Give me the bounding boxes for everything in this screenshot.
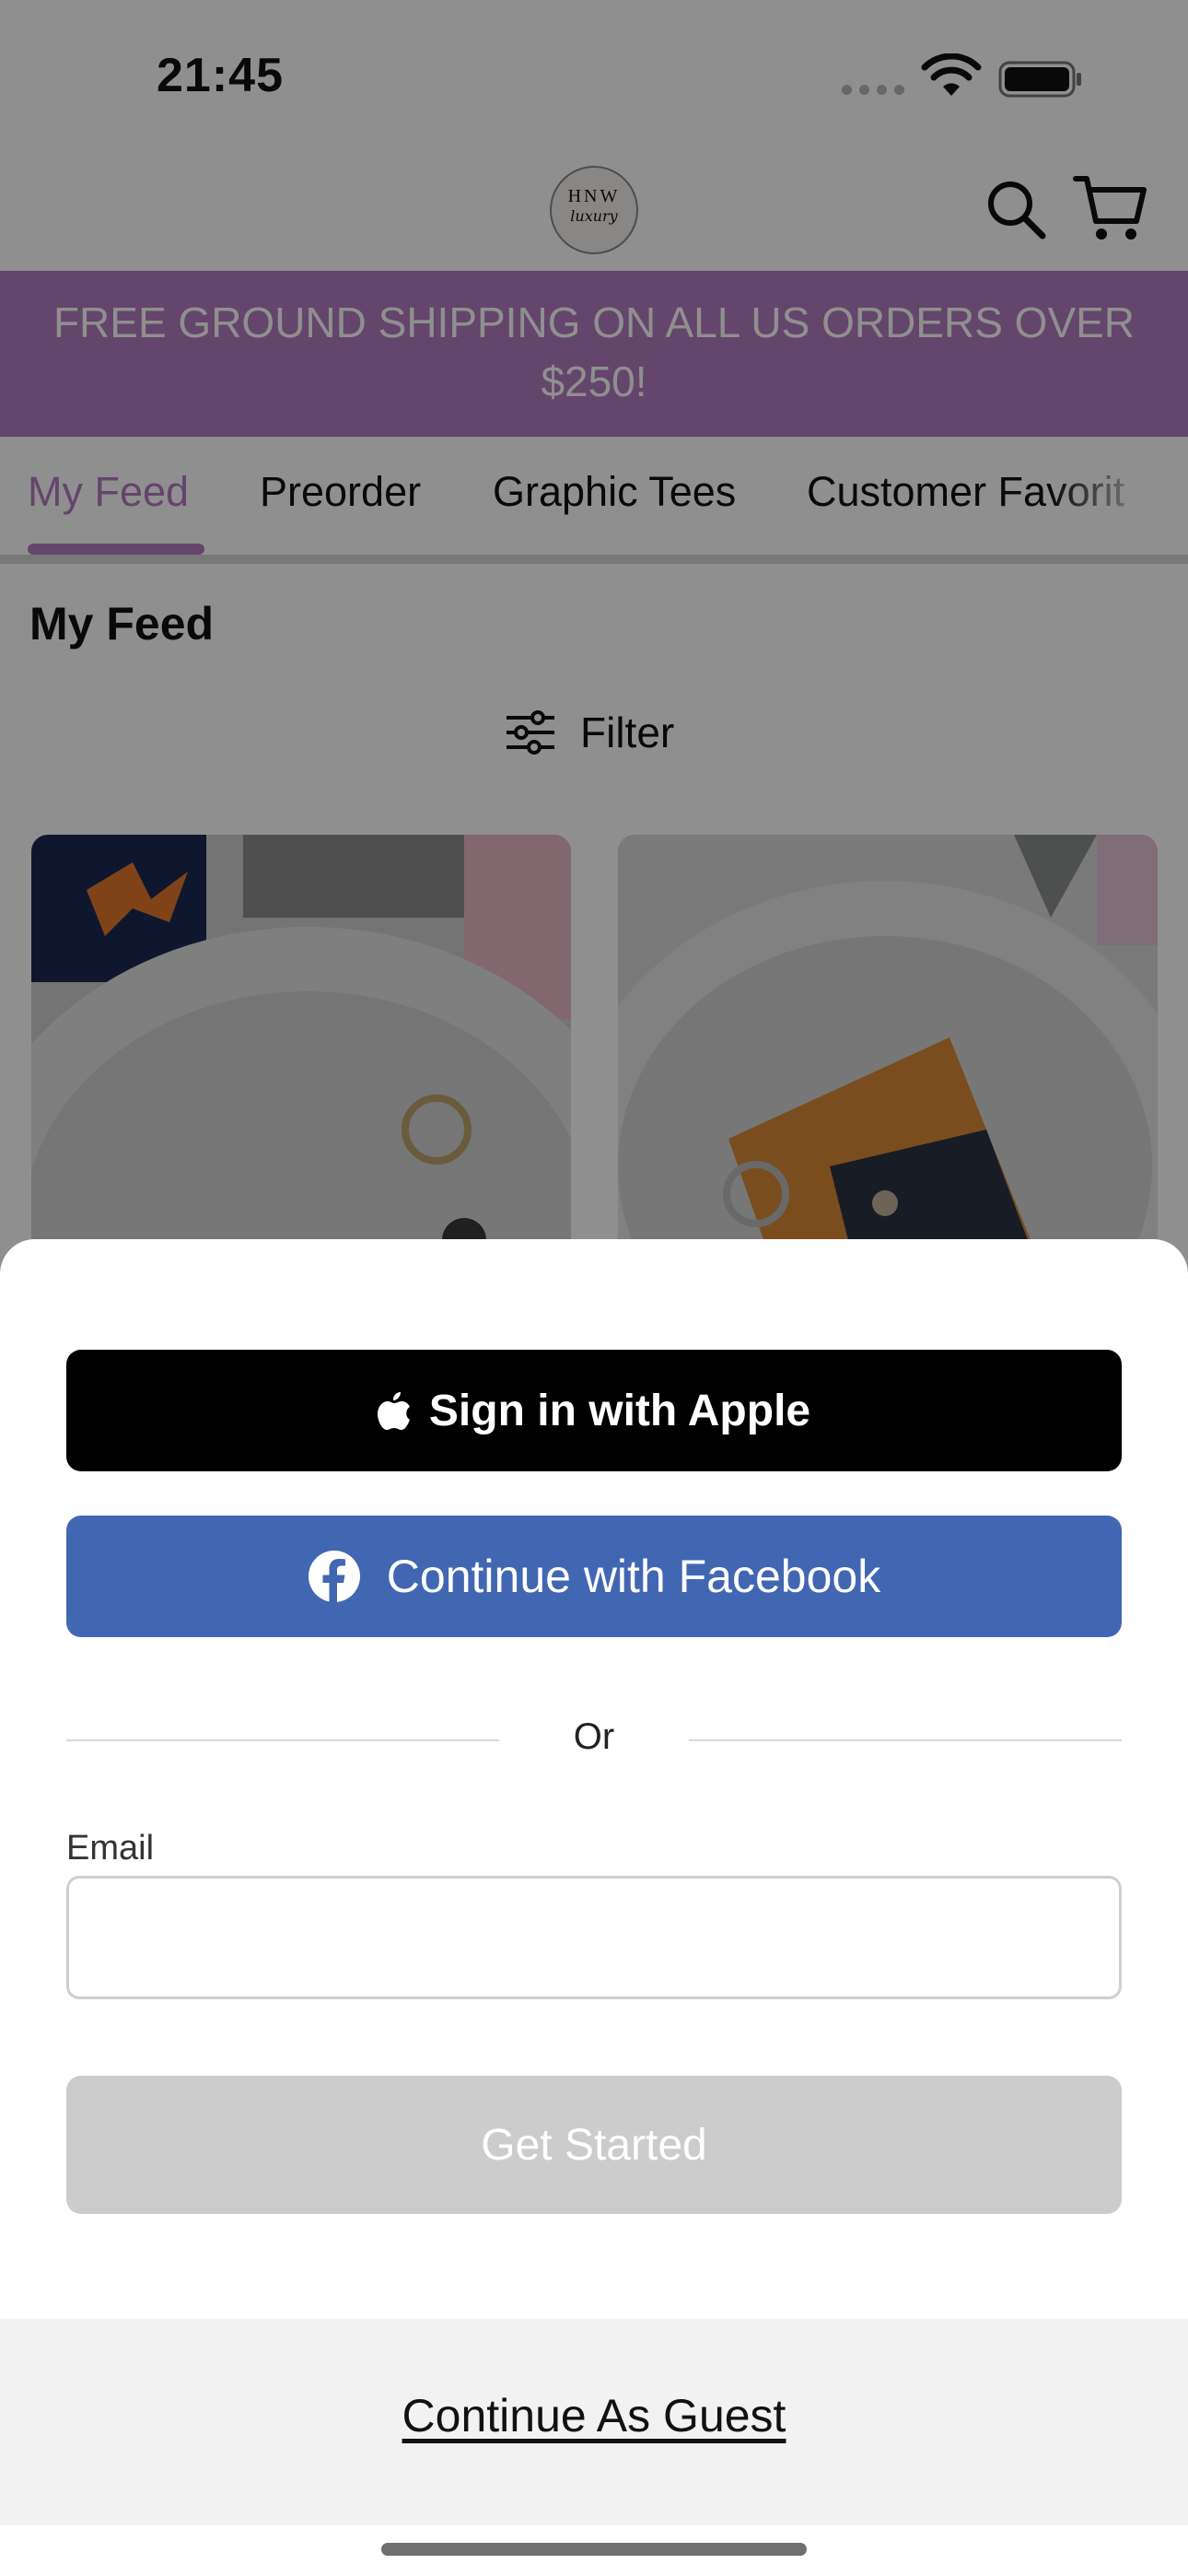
apple-button-label: Sign in with Apple (428, 1386, 811, 1435)
get-started-button[interactable]: Get Started (66, 2076, 1122, 2214)
facebook-icon (308, 1551, 360, 1603)
continue-as-guest-link[interactable]: Continue As Guest (0, 2389, 1188, 2442)
get-started-label: Get Started (481, 2120, 707, 2170)
continue-with-facebook-button[interactable]: Continue with Facebook (66, 1516, 1122, 1637)
divider-line-left (66, 1739, 499, 1741)
facebook-button-label: Continue with Facebook (386, 1551, 881, 1602)
email-label: Email (66, 1829, 155, 1868)
sign-in-sheet: Sign in with Apple Continue with Faceboo… (0, 1239, 1188, 2576)
home-indicator[interactable] (381, 2543, 807, 2556)
or-divider-text: Or (573, 1716, 615, 1757)
apple-icon (377, 1392, 410, 1430)
guest-bar: Continue As Guest (0, 2319, 1188, 2525)
sign-in-with-apple-button[interactable]: Sign in with Apple (66, 1350, 1122, 1471)
divider-line-right (689, 1739, 1122, 1741)
email-field[interactable] (66, 1876, 1122, 1999)
